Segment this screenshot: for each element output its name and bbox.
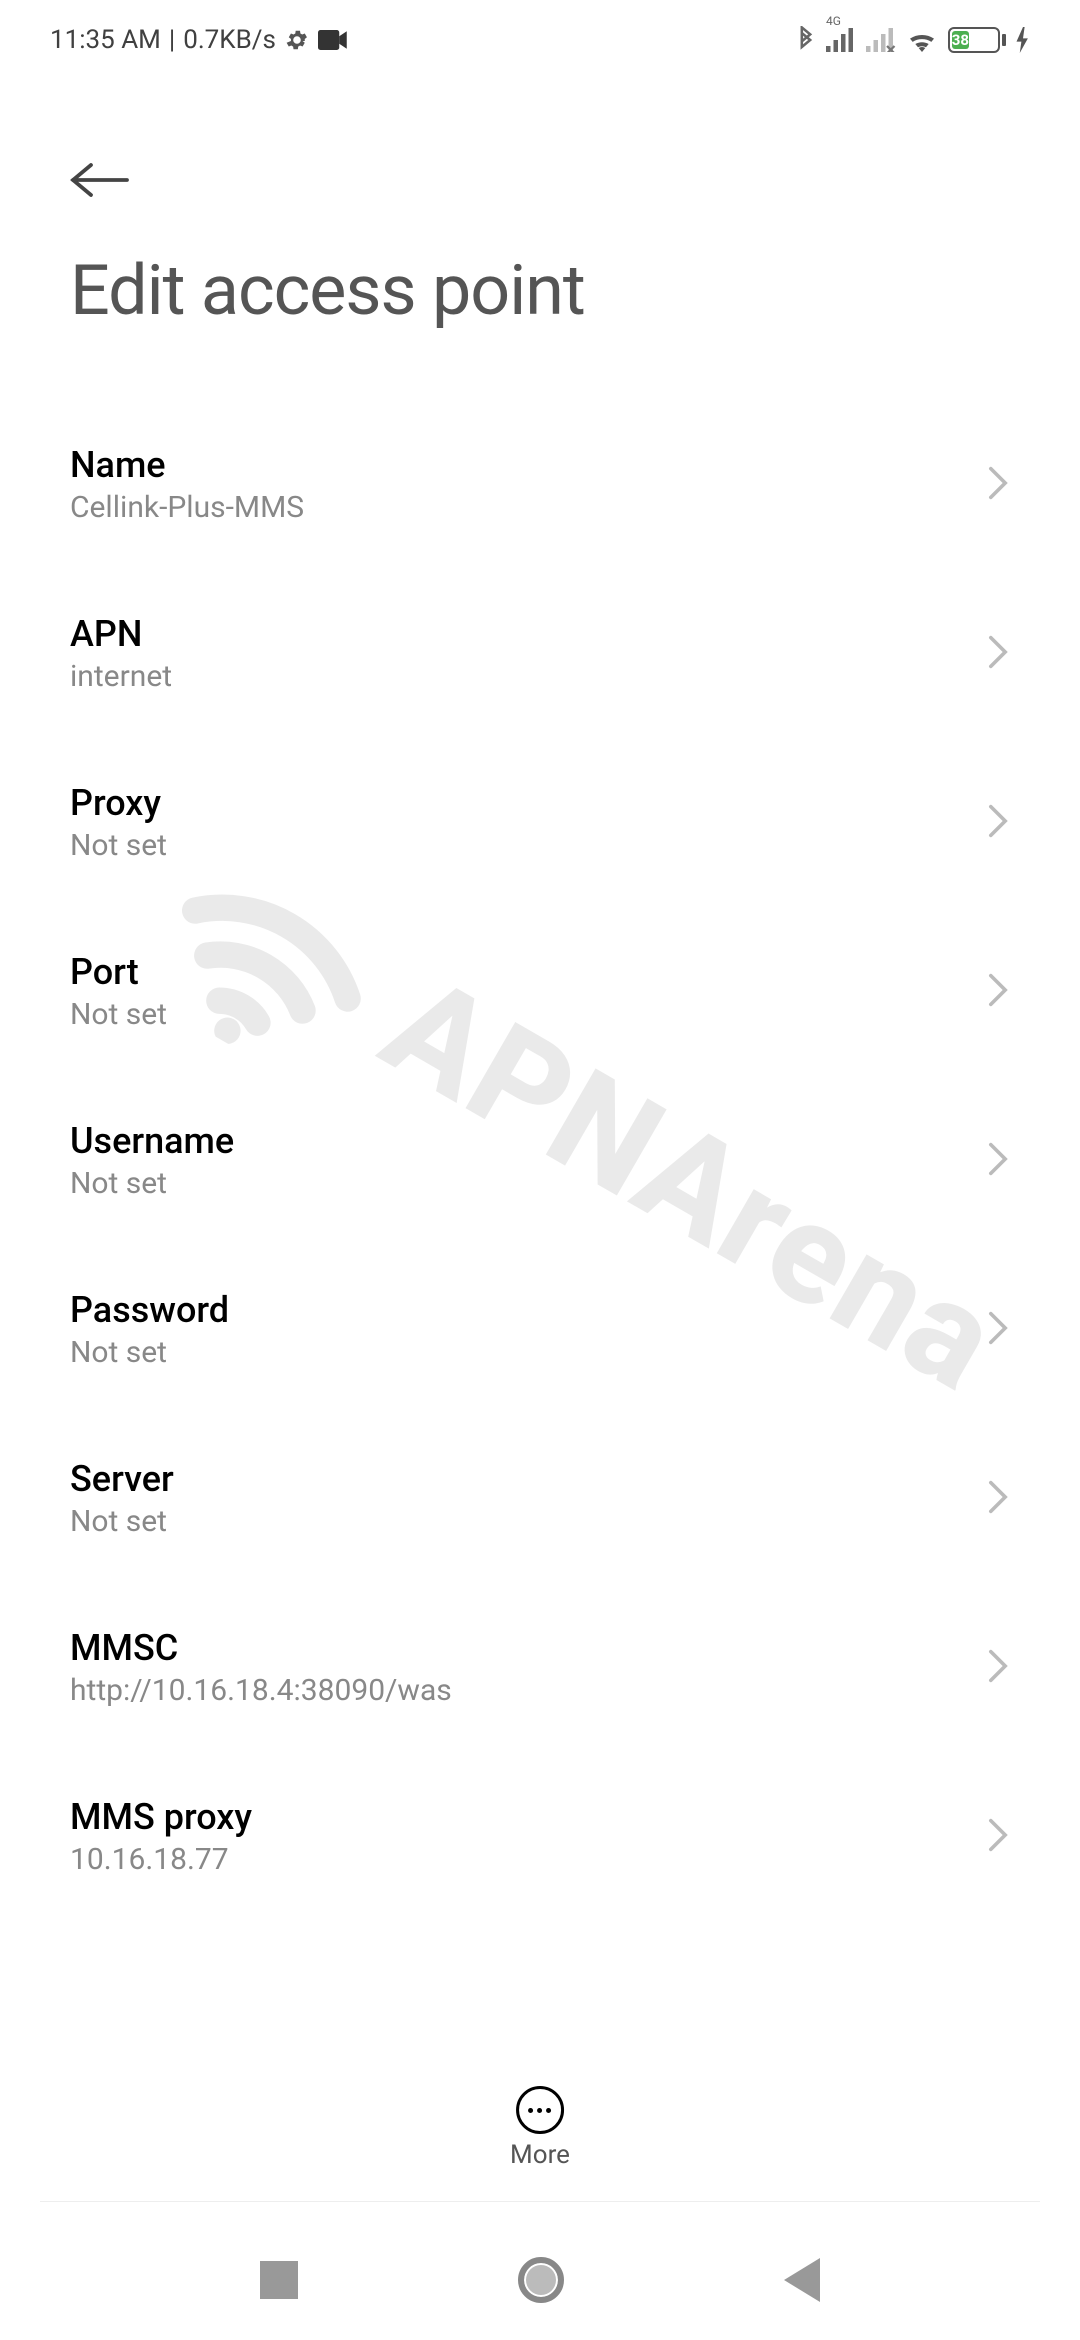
setting-value: Cellink-Plus-MMS (70, 490, 1010, 525)
clock-text: 11:35 AM (50, 25, 161, 55)
bluetooth-icon (796, 26, 816, 54)
setting-row-port[interactable]: Port Not set (70, 907, 1010, 1076)
camera-icon (318, 29, 348, 51)
setting-value: Not set (70, 1166, 1010, 1201)
setting-row-username[interactable]: Username Not set (70, 1076, 1010, 1245)
separator: | (169, 25, 175, 55)
setting-row-password[interactable]: Password Not set (70, 1245, 1010, 1414)
setting-row-proxy[interactable]: Proxy Not set (70, 738, 1010, 907)
setting-value: http://10.16.18.4:38090/was (70, 1673, 1010, 1708)
chevron-right-icon (986, 803, 1010, 843)
more-label: More (510, 2140, 570, 2170)
setting-value: internet (70, 659, 1010, 694)
chevron-right-icon (986, 1817, 1010, 1857)
gear-icon (284, 27, 310, 53)
arrow-left-icon (70, 160, 130, 200)
setting-label: Name (70, 444, 1010, 486)
setting-value: Not set (70, 997, 1010, 1032)
page-title: Edit access point (70, 250, 585, 332)
setting-label: APN (70, 613, 1010, 655)
setting-label: Port (70, 951, 1010, 993)
setting-row-name[interactable]: Name Cellink-Plus-MMS (70, 400, 1010, 569)
charging-icon (1016, 27, 1030, 53)
setting-value: 10.16.18.77 (70, 1842, 1010, 1877)
chevron-right-icon (986, 1141, 1010, 1181)
nav-home-button[interactable] (518, 2257, 564, 2303)
setting-label: Password (70, 1289, 1010, 1331)
wifi-icon (906, 28, 938, 52)
netspeed-text: 0.7KB/s (183, 25, 276, 55)
chevron-right-icon (986, 1310, 1010, 1350)
setting-value: Not set (70, 1504, 1010, 1539)
setting-row-mms-proxy[interactable]: MMS proxy 10.16.18.77 (70, 1752, 1010, 1921)
nav-recent-button[interactable] (260, 2261, 298, 2299)
setting-row-server[interactable]: Server Not set (70, 1414, 1010, 1583)
setting-label: MMSC (70, 1627, 1010, 1669)
nav-back-button[interactable] (784, 2258, 820, 2302)
setting-row-mmsc[interactable]: MMSC http://10.16.18.4:38090/was (70, 1583, 1010, 1752)
back-button[interactable] (70, 150, 130, 210)
more-button[interactable]: More (510, 2086, 570, 2170)
settings-list: Name Cellink-Plus-MMS APN internet Proxy Not … (0, 400, 1080, 2060)
setting-value: Not set (70, 828, 1010, 863)
setting-row-apn[interactable]: APN internet (70, 569, 1010, 738)
setting-value: Not set (70, 1335, 1010, 1370)
setting-label: Proxy (70, 782, 1010, 824)
status-right-cluster: 4G 38 (796, 26, 1030, 54)
chevron-right-icon (986, 465, 1010, 505)
battery-indicator: 38 (948, 27, 1006, 53)
status-left-cluster: 11:35 AM | 0.7KB/s (50, 25, 348, 55)
setting-label: Server (70, 1458, 1010, 1500)
status-bar: 11:35 AM | 0.7KB/s 4G 38 (0, 0, 1080, 60)
signal-4g-icon: 4G (826, 28, 856, 52)
chevron-right-icon (986, 1479, 1010, 1519)
chevron-right-icon (986, 972, 1010, 1012)
chevron-right-icon (986, 1648, 1010, 1688)
chevron-right-icon (986, 634, 1010, 674)
more-icon (516, 2086, 564, 2134)
app-bar (0, 100, 1080, 220)
divider (40, 2201, 1040, 2202)
setting-label: Username (70, 1120, 1010, 1162)
setting-label: MMS proxy (70, 1796, 1010, 1838)
navigation-bar (0, 2220, 1080, 2340)
signal-nosim-icon (866, 28, 896, 52)
